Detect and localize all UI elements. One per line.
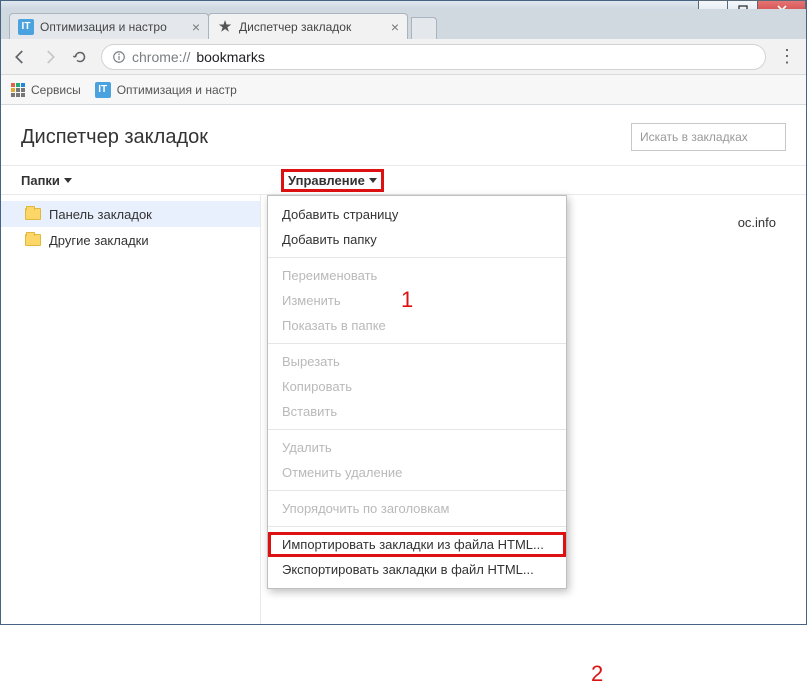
menu-export-html[interactable]: Экспортировать закладки в файл HTML... [268,557,566,582]
bookmarks-bar: Сервисы IT Оптимизация и настр [1,75,806,105]
tab-close-icon[interactable]: × [192,19,200,35]
menu-rename: Переименовать [268,263,566,288]
manage-label: Управление [288,173,365,188]
page-title: Диспетчер закладок [21,126,208,149]
new-tab-button[interactable] [411,17,437,39]
menu-separator [268,343,566,344]
info-icon [112,50,126,64]
browser-tab[interactable]: IT Оптимизация и настро × [9,13,209,39]
bookmark-label: Оптимизация и настр [117,83,237,97]
folder-label: Другие закладки [49,233,149,248]
menu-add-page[interactable]: Добавить страницу [268,202,566,227]
menu-sort: Упорядочить по заголовкам [268,496,566,521]
apps-label: Сервисы [31,83,81,97]
menu-add-folder[interactable]: Добавить папку [268,227,566,252]
folder-icon [25,208,41,220]
bookmarks-main: oc.info Добавить страницу Добавить папку… [261,195,806,624]
tab-title: Диспетчер закладок [239,20,385,34]
browser-menu-button[interactable]: ⋮ [778,46,796,67]
menu-paste: Вставить [268,399,566,424]
tab-favicon: IT [18,19,34,35]
url-scheme: chrome:// [132,49,190,65]
browser-tab-active[interactable]: ★ Диспетчер закладок × [208,13,408,39]
bookmark-favicon: IT [95,82,111,98]
menu-edit: Изменить [268,288,566,313]
menu-import-html[interactable]: Импортировать закладки из файла HTML... [268,532,566,557]
menu-separator [268,526,566,527]
menu-show-in-folder: Показать в папке [268,313,566,338]
menu-separator [268,429,566,430]
page-content: Диспетчер закладок Искать в закладках Па… [1,105,806,624]
url-path: bookmarks [196,49,264,65]
annotation-2: 2 [591,661,603,687]
manage-dropdown-menu: Добавить страницу Добавить папку Переиме… [267,195,567,589]
address-bar[interactable]: chrome:// bookmarks [101,44,766,70]
back-button[interactable] [11,48,29,66]
bookmark-url-fragment: oc.info [738,215,776,230]
forward-button[interactable] [41,48,59,66]
reload-button[interactable] [71,48,89,66]
folders-label: Папки [21,173,60,188]
bookmark-item[interactable]: IT Оптимизация и настр [95,82,237,98]
browser-toolbar: chrome:// bookmarks ⋮ [1,39,806,75]
tab-close-icon[interactable]: × [391,19,399,35]
search-input[interactable]: Искать в закладках [631,123,786,151]
menu-separator [268,257,566,258]
sidebar-folder-item[interactable]: Другие закладки [1,227,260,253]
tab-strip: IT Оптимизация и настро × ★ Диспетчер за… [1,9,806,39]
chevron-down-icon [64,178,72,183]
annotation-1: 1 [401,287,413,313]
window-titlebar [1,1,806,9]
folders-sidebar: Панель закладок Другие закладки [1,195,261,624]
search-placeholder: Искать в закладках [640,130,748,144]
chevron-down-icon [369,178,377,183]
apps-shortcut[interactable]: Сервисы [11,83,81,97]
folders-column-header[interactable]: Папки [1,173,261,188]
menu-separator [268,490,566,491]
manage-dropdown-button[interactable]: Управление [281,169,384,192]
menu-delete: Удалить [268,435,566,460]
menu-copy: Копировать [268,374,566,399]
menu-undo-delete: Отменить удаление [268,460,566,485]
apps-icon [11,83,25,97]
sidebar-folder-item[interactable]: Панель закладок [1,201,260,227]
star-icon: ★ [217,19,233,35]
folder-label: Панель закладок [49,207,152,222]
menu-cut: Вырезать [268,349,566,374]
folder-icon [25,234,41,246]
tab-title: Оптимизация и настро [40,20,186,34]
